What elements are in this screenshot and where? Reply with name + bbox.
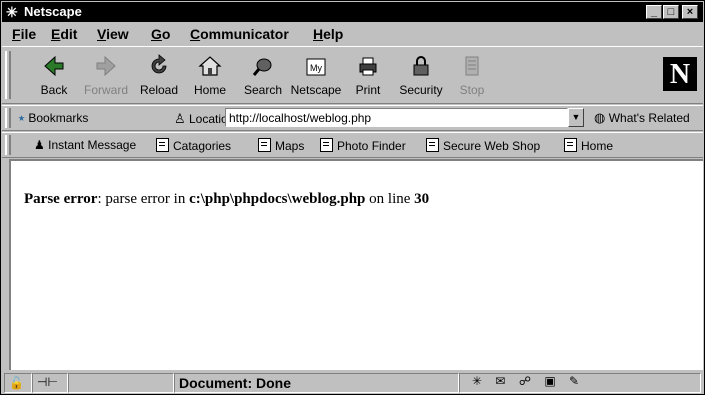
personal-item-home[interactable]: Home xyxy=(564,138,613,153)
netscape-app-icon: ✳ xyxy=(6,4,18,20)
location-grip[interactable] xyxy=(5,108,11,128)
personal-item-catagories[interactable]: Catagories xyxy=(156,138,231,153)
menu-help[interactable]: Help xyxy=(313,26,343,42)
personal-item-maps[interactable]: Maps xyxy=(258,138,304,153)
page-proxy-icon[interactable]: ♙ xyxy=(174,111,186,126)
bookmark-page-icon xyxy=(564,138,577,152)
menu-bar: File Edit View Go Communicator Help xyxy=(2,23,703,45)
my-netscape-icon: My xyxy=(306,58,326,76)
reload-button[interactable]: Reload xyxy=(132,53,186,101)
home-icon xyxy=(198,56,222,76)
personal-item-photo-finder[interactable]: Photo Finder xyxy=(320,138,406,153)
title-bar: ✳ Netscape _ □ × xyxy=(2,2,703,22)
toolbar-grip[interactable] xyxy=(5,51,11,99)
mail-icon[interactable]: ✉ xyxy=(495,374,505,388)
navigator-icon[interactable]: ✳ xyxy=(472,374,482,388)
stop-button[interactable]: Stop xyxy=(445,53,499,101)
printer-icon xyxy=(359,57,377,76)
reload-icon xyxy=(151,54,167,74)
parse-error-message: Parse error: parse error in c:\php\phpdo… xyxy=(24,191,430,207)
menu-file[interactable]: File xyxy=(12,26,36,42)
location-dropdown-button[interactable]: ▼ xyxy=(568,108,584,127)
status-text: Document: Done xyxy=(174,373,459,393)
minimize-button[interactable]: _ xyxy=(646,5,662,19)
bookmark-page-icon xyxy=(426,138,439,152)
search-button[interactable]: Search xyxy=(236,53,290,101)
connection-status-icon[interactable]: ⊣⊢ xyxy=(32,373,68,393)
netscape-logo[interactable]: N xyxy=(663,57,697,91)
back-arrow-icon xyxy=(44,55,64,77)
personal-grip[interactable] xyxy=(5,135,11,155)
forward-button[interactable]: Forward xyxy=(79,53,133,101)
status-bar: 🔓 ⊣⊢ Document: Done ✳ ✉ ☍ ▣ ✎ xyxy=(2,371,703,395)
instant-message-button[interactable]: ♟ Instant Message xyxy=(34,138,136,152)
window-title: Netscape xyxy=(24,4,82,19)
bookmark-page-icon xyxy=(320,138,333,152)
page-content: Parse error: parse error in c:\php\phpdo… xyxy=(9,159,703,370)
home-button[interactable]: Home xyxy=(183,53,237,101)
padlock-icon xyxy=(413,56,429,76)
composer-icon[interactable]: ✎ xyxy=(569,374,579,388)
progress-bar xyxy=(68,373,174,393)
menu-go[interactable]: Go xyxy=(151,26,170,42)
menu-communicator[interactable]: Communicator xyxy=(190,26,289,42)
bookmarks-icon: ⭑ xyxy=(18,110,26,125)
navigation-toolbar: Back Forward Reload Home Search My Netsc… xyxy=(2,46,703,104)
personal-item-secure-web-shop[interactable]: Secure Web Shop xyxy=(426,138,540,153)
forward-arrow-icon xyxy=(96,55,116,77)
search-icon xyxy=(252,58,272,76)
security-button[interactable]: Security xyxy=(394,53,448,101)
print-button[interactable]: Print xyxy=(341,53,395,101)
location-input[interactable] xyxy=(225,108,568,127)
bookmark-page-icon xyxy=(258,138,271,152)
bookmarks-button[interactable]: ⭑ Bookmarks xyxy=(18,110,88,126)
personal-toolbar: ♟ Instant Message Catagories Maps Photo … xyxy=(2,132,703,158)
svg-text:My: My xyxy=(310,63,322,73)
people-icon: ♟ xyxy=(34,138,45,152)
security-lock-icon[interactable]: 🔓 xyxy=(4,373,32,393)
location-toolbar: ⭑ Bookmarks ♙ Location: ▼ ◍ What's Relat… xyxy=(2,105,703,131)
whats-related-button[interactable]: ◍ What's Related xyxy=(594,110,690,126)
address-book-icon[interactable]: ▣ xyxy=(544,374,555,388)
menu-edit[interactable]: Edit xyxy=(51,26,77,42)
back-button[interactable]: Back xyxy=(27,53,81,101)
maximize-button[interactable]: □ xyxy=(663,5,679,19)
menu-view[interactable]: View xyxy=(97,26,129,42)
bookmark-page-icon xyxy=(156,138,169,152)
whats-related-icon: ◍ xyxy=(594,110,606,125)
component-bar-icons: ✳ ✉ ☍ ▣ ✎ xyxy=(472,374,579,388)
browser-window: ✳ Netscape _ □ × File Edit View Go Commu… xyxy=(0,0,705,395)
my-netscape-button[interactable]: My Netscape xyxy=(289,53,343,101)
discussion-icon[interactable]: ☍ xyxy=(519,374,531,388)
close-button[interactable]: × xyxy=(682,5,698,19)
stop-icon xyxy=(465,56,479,76)
